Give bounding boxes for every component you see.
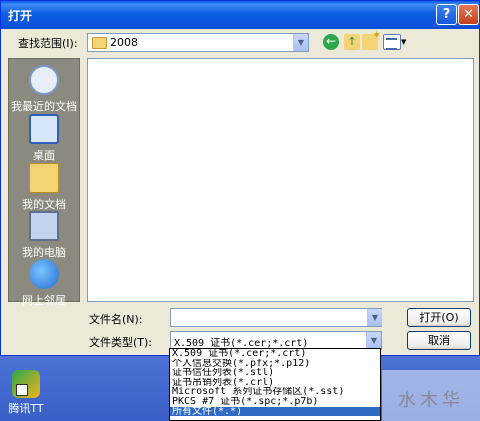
chevron-down-icon[interactable]: ▼ (293, 34, 308, 51)
filetype-option[interactable]: Microsoft 系列证书存储区(*.sst) (170, 387, 380, 397)
place-label: 桌面 (33, 149, 55, 162)
place-network[interactable]: 网上邻居 (9, 259, 79, 308)
cancel-button[interactable]: 取消 (407, 331, 471, 350)
filetype-value: X.509 证书(*.cer;*.crt) (174, 338, 309, 349)
place-my-documents[interactable]: 我的文档 (9, 163, 79, 212)
desktop-shortcut-label: 腾讯TT (8, 402, 44, 415)
place-desktop[interactable]: 桌面 (9, 114, 79, 163)
up-folder-icon[interactable]: ↑ (344, 34, 360, 50)
open-dialog: 打开 ? ✕ 查找范围(I): 2008 ▼ ← ↑ ▼ 我最近的文档 桌面 我… (0, 0, 480, 356)
place-my-computer[interactable]: 我的电脑 (9, 211, 79, 260)
place-label: 我最近的文档 (11, 100, 77, 113)
open-button[interactable]: 打开(O) (407, 308, 471, 327)
place-recent-documents[interactable]: 我最近的文档 (9, 65, 79, 114)
back-arrow-icon[interactable]: ← (323, 34, 339, 50)
chevron-down-icon[interactable]: ▼ (366, 332, 381, 349)
my-computer-icon (29, 211, 59, 241)
title-bar[interactable]: 打开 ? ✕ (1, 1, 479, 29)
recent-documents-icon (29, 65, 59, 95)
desktop-icon (29, 114, 59, 144)
filename-dropdown-icon[interactable]: ▼ (367, 309, 382, 326)
file-list[interactable] (87, 58, 474, 302)
new-folder-icon[interactable] (362, 30, 381, 50)
filetype-option[interactable]: 证书信任列表(*.stl) (170, 368, 380, 378)
help-button[interactable]: ? (436, 4, 457, 25)
view-menu-chevron-icon[interactable]: ▼ (401, 38, 406, 46)
filename-field[interactable] (170, 308, 382, 327)
dialog-title: 打开 (8, 9, 33, 23)
place-label: 网上邻居 (22, 294, 66, 307)
places-bar: 我最近的文档 桌面 我的文档 我的电脑 网上邻居 (8, 58, 80, 307)
view-menu-icon[interactable] (383, 34, 401, 50)
look-in-combo[interactable]: 2008 ▼ (87, 33, 309, 52)
my-documents-icon (29, 163, 59, 193)
filetype-option[interactable]: 所有文件(*.*) (170, 406, 380, 417)
filetype-option[interactable]: 个人信息交换(*.pfx;*.p12) (170, 359, 380, 369)
filetype-option[interactable]: X.509 证书(*.cer;*.crt) (170, 349, 380, 359)
filename-label: 文件名(N): (89, 313, 143, 326)
desktop-shortcut-tt[interactable]: 腾讯TT (4, 370, 48, 416)
place-label: 我的电脑 (22, 246, 66, 259)
network-places-icon (29, 259, 59, 289)
look-in-value: 2008 (110, 36, 138, 49)
folder-icon (92, 37, 107, 49)
watermark: 水木华 (382, 370, 480, 421)
look-in-label: 查找范围(I): (18, 37, 78, 50)
filetype-option[interactable]: PKCS #7 证书(*.spc;*.p7b) (170, 397, 380, 407)
tencent-tt-icon (12, 370, 40, 398)
filetype-label: 文件类型(T): (89, 336, 153, 349)
close-button[interactable]: ✕ (458, 4, 479, 25)
filetype-option[interactable]: 证书吊销列表(*.crl) (170, 378, 380, 388)
place-label: 我的文档 (22, 198, 66, 211)
filetype-dropdown-list: X.509 证书(*.cer;*.crt) 个人信息交换(*.pfx;*.p12… (169, 348, 381, 421)
